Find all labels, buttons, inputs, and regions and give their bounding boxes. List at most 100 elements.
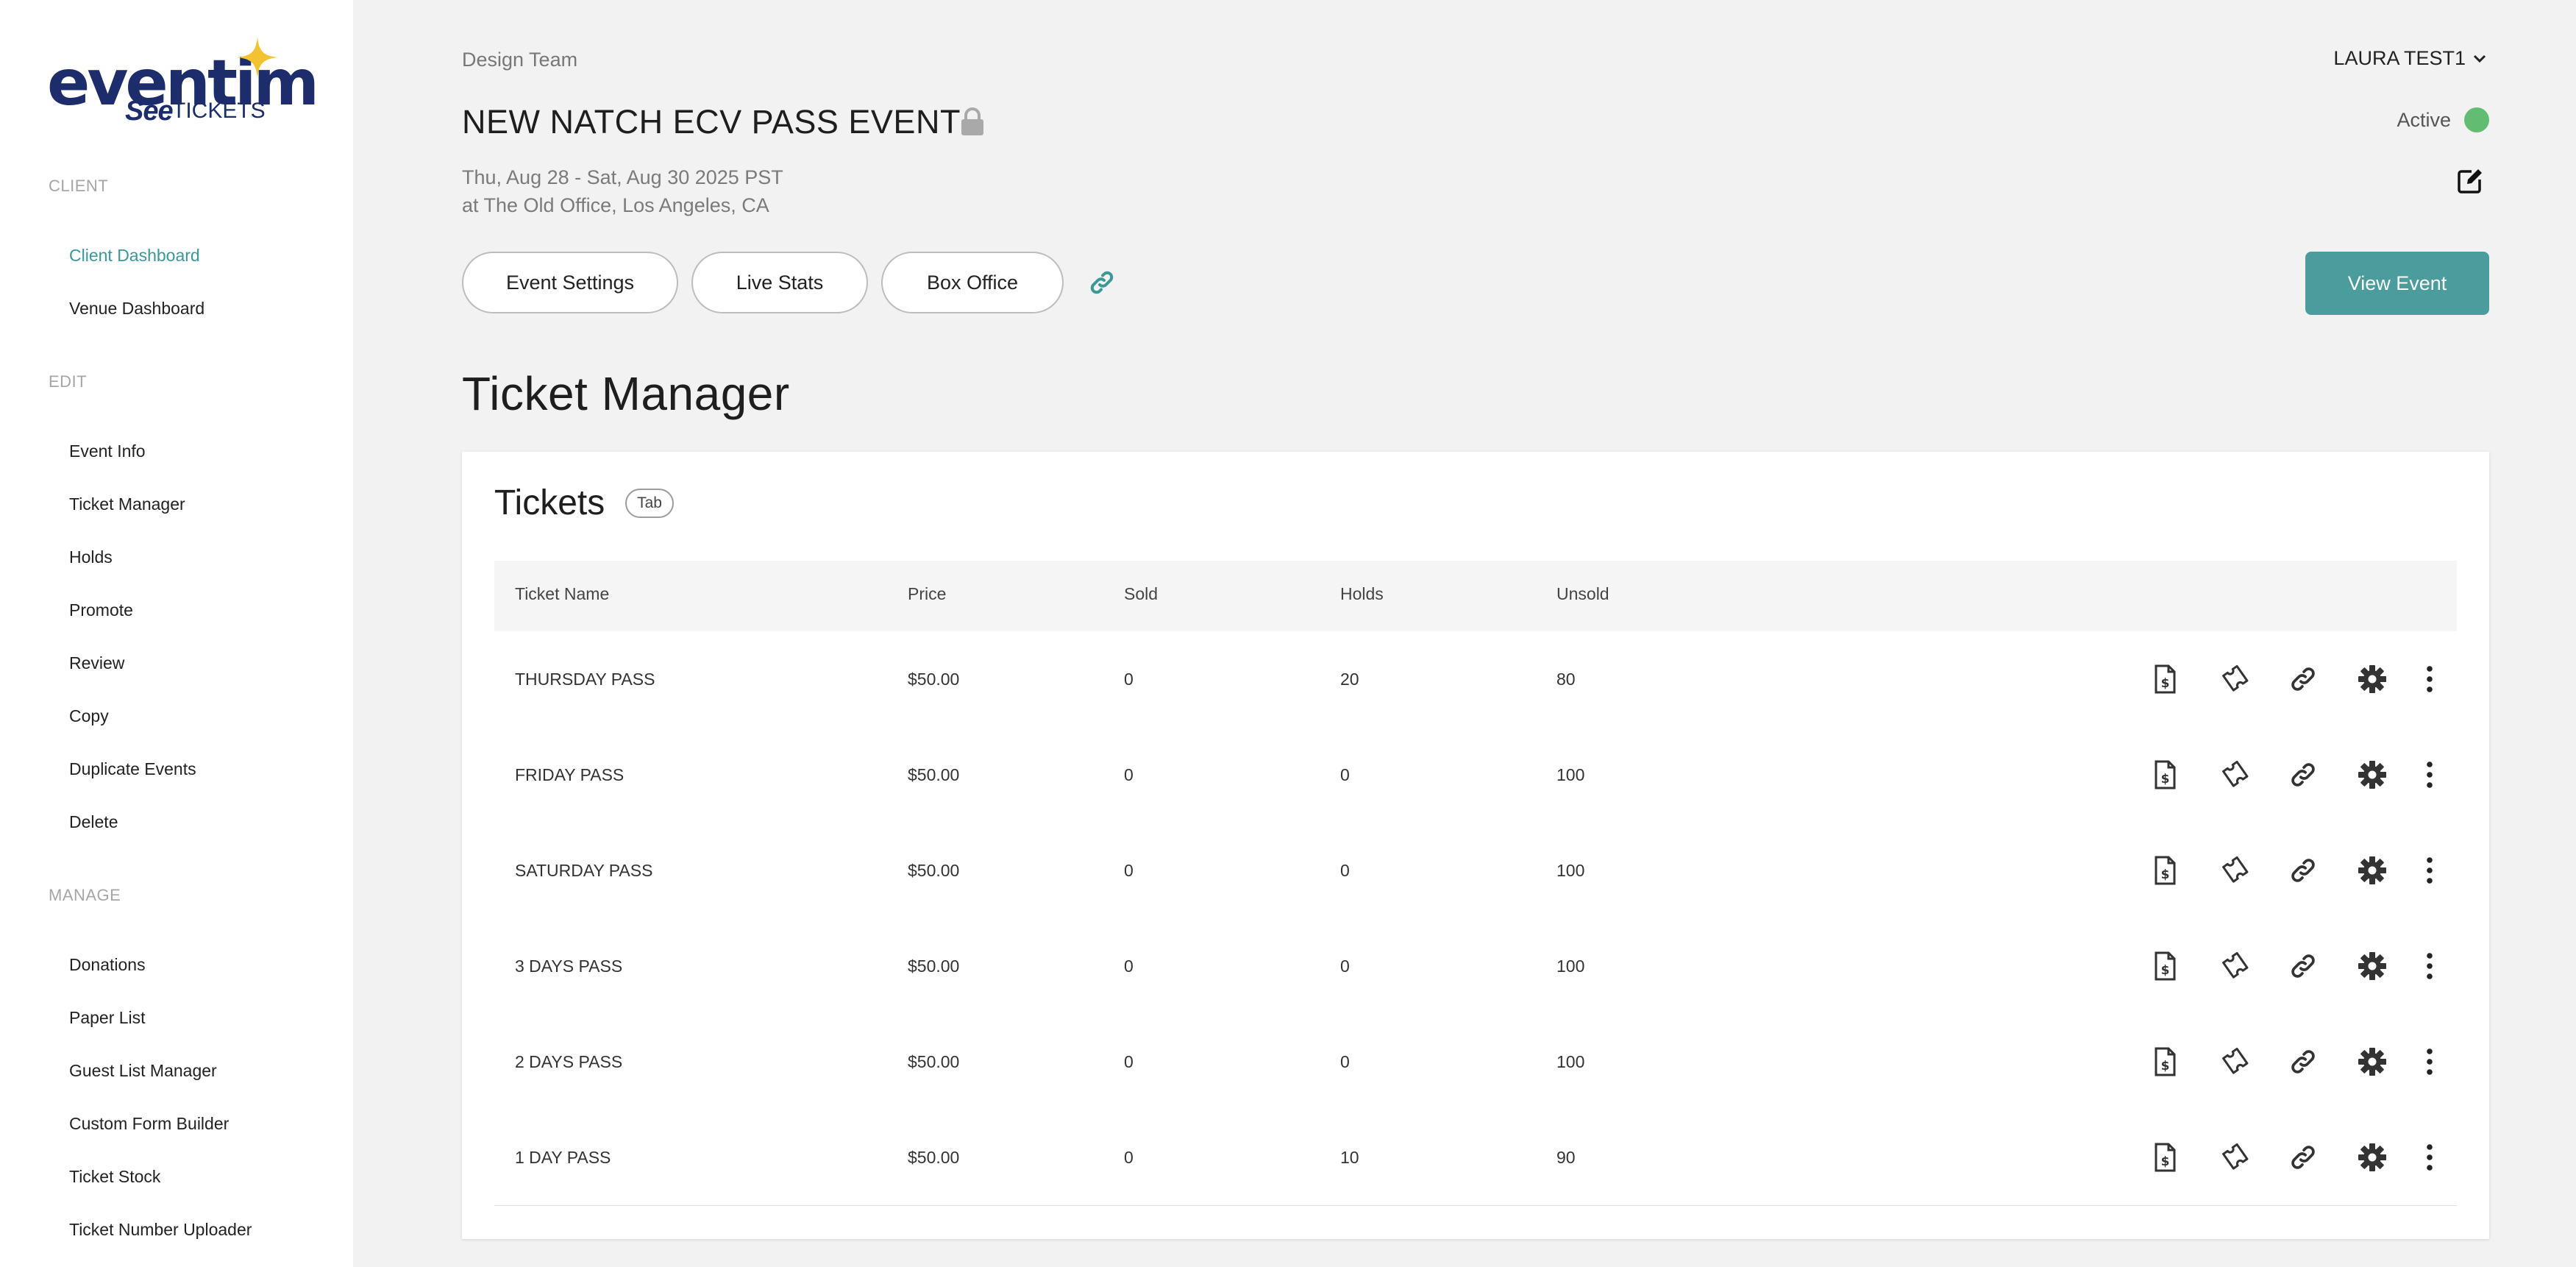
gear-icon[interactable] xyxy=(2357,1142,2388,1173)
sidebar-item-copy[interactable]: Copy xyxy=(69,706,109,726)
sidebar-item-venue-dashboard[interactable]: Venue Dashboard xyxy=(69,299,204,319)
section-label-client: CLIENT xyxy=(49,177,109,195)
more-vertical-icon[interactable] xyxy=(2414,1142,2445,1173)
column-header-sold[interactable]: Sold xyxy=(1124,584,1158,604)
ticket-icon[interactable] xyxy=(2219,664,2249,695)
sidebar-item-paper-list[interactable]: Paper List xyxy=(69,1008,146,1028)
lock-icon xyxy=(961,107,983,135)
ticket-unsold: 100 xyxy=(1556,861,1585,880)
tickets-title: Tickets xyxy=(494,483,605,522)
live-stats-button[interactable]: Live Stats xyxy=(691,252,868,313)
column-header-price[interactable]: Price xyxy=(908,584,946,604)
sidebar-item-duplicate-events[interactable]: Duplicate Events xyxy=(69,759,196,779)
ticket-unsold: 80 xyxy=(1556,670,1576,689)
ticket-unsold: 100 xyxy=(1556,957,1585,976)
box-office-button[interactable]: Box Office xyxy=(881,252,1064,313)
link-icon[interactable] xyxy=(2288,759,2319,790)
more-vertical-icon[interactable] xyxy=(2414,759,2445,790)
ticket-holds: 20 xyxy=(1340,670,1359,689)
sidebar-item-ticket-manager[interactable]: Ticket Manager xyxy=(69,494,185,514)
table-row[interactable]: 2 DAYS PASS $50.00 0 0 100 $ xyxy=(494,1014,2457,1110)
invoice-icon[interactable]: $ xyxy=(2149,1142,2180,1173)
more-vertical-icon[interactable] xyxy=(2414,855,2445,886)
column-header-holds[interactable]: Holds xyxy=(1340,584,1384,604)
ticket-price: $50.00 xyxy=(908,861,960,880)
ticket-name: FRIDAY PASS xyxy=(515,765,625,784)
sidebar-item-donations[interactable]: Donations xyxy=(69,955,146,975)
ticket-holds: 0 xyxy=(1340,1052,1350,1071)
event-title: NEW NATCH ECV PASS EVENT xyxy=(462,103,961,141)
sidebar-item-promote[interactable]: Promote xyxy=(69,600,133,620)
ticket-name: 2 DAYS PASS xyxy=(515,1052,623,1071)
status-label: Active xyxy=(2397,108,2451,131)
ticket-price: $50.00 xyxy=(908,957,960,976)
sidebar-item-ticket-number-uploader[interactable]: Ticket Number Uploader xyxy=(69,1220,252,1240)
svg-text:$: $ xyxy=(2161,772,2170,787)
view-event-button[interactable]: View Event xyxy=(2305,252,2489,315)
invoice-icon[interactable]: $ xyxy=(2149,855,2180,886)
user-menu[interactable]: LAURA TEST1 xyxy=(2333,47,2488,70)
page-title: Ticket Manager xyxy=(462,367,790,420)
gear-icon[interactable] xyxy=(2357,759,2388,790)
event-venue: at The Old Office, Los Angeles, CA xyxy=(462,194,769,216)
sidebar-item-delete[interactable]: Delete xyxy=(69,812,118,832)
ticket-name: 3 DAYS PASS xyxy=(515,957,623,976)
gear-icon[interactable] xyxy=(2357,951,2388,982)
ticket-sold: 0 xyxy=(1124,670,1134,689)
invoice-icon[interactable]: $ xyxy=(2149,759,2180,790)
link-icon[interactable] xyxy=(2288,855,2319,886)
logo-see: See xyxy=(125,96,174,127)
ticket-unsold: 100 xyxy=(1556,765,1585,784)
ticket-icon[interactable] xyxy=(2219,855,2249,886)
sidebar-item-custom-form-builder[interactable]: Custom Form Builder xyxy=(69,1114,229,1134)
event-settings-button[interactable]: Event Settings xyxy=(462,252,678,313)
sidebar: eventim See TICKETS CLIENT Client Dashbo… xyxy=(0,0,353,1267)
section-label-edit: EDIT xyxy=(49,372,88,391)
ticket-unsold: 100 xyxy=(1556,1052,1585,1071)
ticket-unsold: 90 xyxy=(1556,1148,1576,1167)
column-header-ticket-name[interactable]: Ticket Name xyxy=(515,584,609,604)
sidebar-item-holds[interactable]: Holds xyxy=(69,547,113,567)
sidebar-item-review[interactable]: Review xyxy=(69,653,124,673)
eventim-logo[interactable]: eventim See TICKETS xyxy=(47,35,319,131)
link-icon[interactable] xyxy=(2288,1046,2319,1077)
table-row[interactable]: 3 DAYS PASS $50.00 0 0 100 $ xyxy=(494,918,2457,1015)
more-vertical-icon[interactable] xyxy=(2414,951,2445,982)
table-row[interactable]: FRIDAY PASS $50.00 0 0 100 $ xyxy=(494,727,2457,823)
tab-badge: Tab xyxy=(625,489,674,518)
sidebar-item-client-dashboard[interactable]: Client Dashboard xyxy=(69,246,200,266)
gear-icon[interactable] xyxy=(2357,855,2388,886)
table-row[interactable]: THURSDAY PASS $50.00 0 20 80 $ xyxy=(494,631,2457,728)
invoice-icon[interactable]: $ xyxy=(2149,1046,2180,1077)
ticket-price: $50.00 xyxy=(908,1148,960,1167)
table-header: Ticket Name Price Sold Holds Unsold xyxy=(494,561,2457,632)
ticket-sold: 0 xyxy=(1124,861,1134,880)
table-row[interactable]: SATURDAY PASS $50.00 0 0 100 $ xyxy=(494,823,2457,919)
user-name: LAURA TEST1 xyxy=(2333,47,2466,69)
ticket-price: $50.00 xyxy=(908,670,960,689)
ticket-icon[interactable] xyxy=(2219,759,2249,790)
edit-icon[interactable] xyxy=(2457,168,2483,194)
link-icon[interactable] xyxy=(2288,1142,2319,1173)
sidebar-item-ticket-stock[interactable]: Ticket Stock xyxy=(69,1167,160,1187)
sidebar-item-event-info[interactable]: Event Info xyxy=(69,441,146,461)
ticket-price: $50.00 xyxy=(908,1052,960,1071)
svg-text:$: $ xyxy=(2161,867,2170,882)
link-icon[interactable] xyxy=(1087,268,1117,297)
ticket-icon[interactable] xyxy=(2219,1046,2249,1077)
link-icon[interactable] xyxy=(2288,951,2319,982)
more-vertical-icon[interactable] xyxy=(2414,664,2445,695)
sidebar-item-guest-list-manager[interactable]: Guest List Manager xyxy=(69,1061,217,1081)
column-header-unsold[interactable]: Unsold xyxy=(1556,584,1609,604)
ticket-icon[interactable] xyxy=(2219,951,2249,982)
ticket-holds: 0 xyxy=(1340,861,1350,880)
more-vertical-icon[interactable] xyxy=(2414,1046,2445,1077)
gear-icon[interactable] xyxy=(2357,664,2388,695)
table-row[interactable]: 1 DAY PASS $50.00 0 10 90 $ xyxy=(494,1110,2457,1206)
link-icon[interactable] xyxy=(2288,664,2319,695)
gear-icon[interactable] xyxy=(2357,1046,2388,1077)
invoice-icon[interactable]: $ xyxy=(2149,951,2180,982)
ticket-icon[interactable] xyxy=(2219,1142,2249,1173)
invoice-icon[interactable]: $ xyxy=(2149,664,2180,695)
status-indicator xyxy=(2464,107,2489,132)
